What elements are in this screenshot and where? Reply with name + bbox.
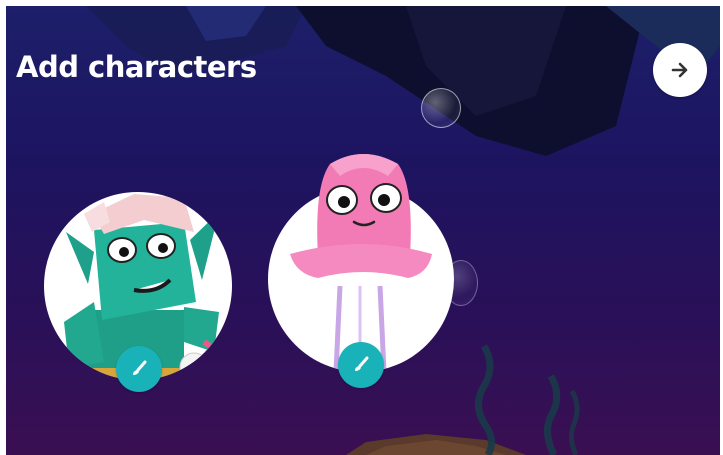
edit-character-button[interactable] <box>338 342 384 388</box>
next-button[interactable] <box>653 43 707 97</box>
bubble-decoration <box>421 88 461 128</box>
underwater-scene: Add characters <box>6 6 720 455</box>
page-title: Add characters <box>16 50 257 84</box>
paintbrush-icon <box>355 356 369 371</box>
character-card-goblin[interactable] <box>44 156 244 392</box>
paintbrush-icon <box>133 360 147 375</box>
jellyfish-head <box>290 154 432 278</box>
edit-character-button[interactable] <box>116 346 162 392</box>
character-card-jellyfish[interactable] <box>268 146 468 388</box>
arrow-right-icon <box>671 62 688 78</box>
